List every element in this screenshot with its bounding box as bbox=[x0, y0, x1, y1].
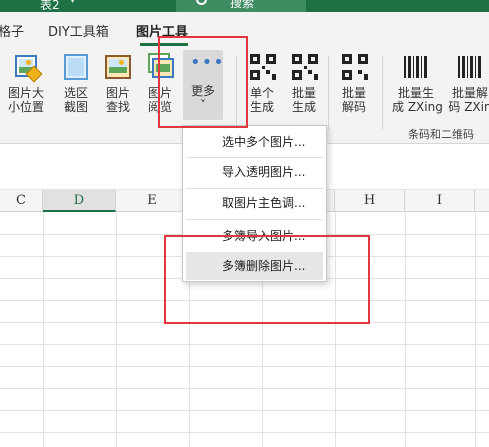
button-label: 批量生 bbox=[397, 86, 434, 100]
tab-diy-toolbox[interactable]: DIY工具箱 bbox=[48, 21, 109, 40]
qr-code-icon bbox=[248, 52, 276, 82]
button-label: 解码 bbox=[341, 100, 366, 114]
button-label: 码 ZXin bbox=[448, 100, 489, 114]
picture-size-position-button[interactable]: 图片大 小位置 bbox=[6, 52, 46, 114]
button-label: 图片 bbox=[105, 86, 130, 100]
search-label: 搜索 bbox=[230, 0, 255, 10]
batch-decode-zxing-button[interactable]: 批量解 码 ZXin bbox=[446, 52, 489, 114]
column-header[interactable]: I bbox=[405, 190, 475, 212]
button-label: 批量解 bbox=[451, 86, 488, 100]
qr-code-icon bbox=[290, 52, 318, 82]
grid-line bbox=[0, 432, 489, 433]
menu-divider bbox=[186, 219, 323, 220]
selection-screenshot-button[interactable]: 选区 截图 bbox=[56, 52, 96, 114]
column-header[interactable]: E bbox=[116, 190, 189, 212]
button-label: 单个 bbox=[249, 86, 274, 100]
title-bar: 表2 ▾ 搜索 bbox=[0, 0, 489, 12]
chevron-down-icon[interactable]: ▾ bbox=[70, 0, 75, 6]
grid-line bbox=[43, 212, 44, 447]
grid-line bbox=[0, 388, 489, 389]
column-header-selected[interactable]: D bbox=[43, 190, 116, 212]
picture-find-button[interactable]: 图片 查找 bbox=[98, 52, 138, 114]
ribbon-separator bbox=[328, 56, 329, 130]
menu-item-picture-main-color[interactable]: 取图片主色调... bbox=[186, 189, 323, 217]
search-box[interactable]: 搜索 bbox=[176, 0, 306, 12]
batch-generate-zxing-button[interactable]: 批量生 成 ZXing bbox=[392, 52, 443, 114]
button-label: 批量 bbox=[341, 86, 366, 100]
barcode-icon bbox=[402, 52, 430, 82]
column-header[interactable]: H bbox=[335, 190, 405, 212]
grid-line bbox=[475, 212, 476, 447]
picture-resize-icon bbox=[12, 52, 43, 83]
button-label: 选区 bbox=[63, 86, 88, 100]
grid-line bbox=[0, 410, 489, 411]
ribbon-group-label: 条码和二维码 bbox=[408, 128, 474, 141]
qr-code-icon bbox=[340, 52, 368, 82]
grid-line bbox=[116, 212, 117, 447]
button-label: 批量 bbox=[291, 86, 316, 100]
button-label: 截图 bbox=[63, 100, 88, 114]
screenshot-icon bbox=[62, 52, 90, 82]
barcode-icon bbox=[456, 52, 484, 82]
menu-item-select-multiple-pictures[interactable]: 选中多个图片... bbox=[186, 128, 323, 156]
button-label: 查找 bbox=[105, 100, 130, 114]
single-generate-qr-button[interactable]: 单个 生成 bbox=[242, 52, 282, 114]
menu-item-import-transparent-picture[interactable]: 导入透明图片... bbox=[186, 158, 323, 186]
button-label: 生成 bbox=[249, 100, 274, 114]
highlight-box-more-button bbox=[158, 36, 248, 128]
grid-line bbox=[405, 212, 406, 447]
document-title: 表2 bbox=[40, 0, 60, 12]
column-header[interactable]: C bbox=[0, 190, 43, 212]
button-label: 成 ZXing bbox=[392, 100, 443, 114]
button-label: 小位置 bbox=[7, 100, 44, 114]
grid-line bbox=[0, 366, 489, 367]
ribbon-separator bbox=[382, 56, 383, 130]
batch-generate-qr-button[interactable]: 批量 生成 bbox=[284, 52, 324, 114]
grid-line bbox=[0, 344, 489, 345]
button-label: 生成 bbox=[291, 100, 316, 114]
tab-grid[interactable]: 格子 bbox=[0, 21, 24, 40]
highlight-box-menu-item bbox=[164, 235, 370, 324]
search-icon bbox=[196, 0, 207, 5]
picture-find-icon bbox=[104, 52, 132, 82]
batch-decode-qr-button[interactable]: 批量 解码 bbox=[334, 52, 374, 114]
button-label: 图片大 bbox=[7, 86, 44, 100]
